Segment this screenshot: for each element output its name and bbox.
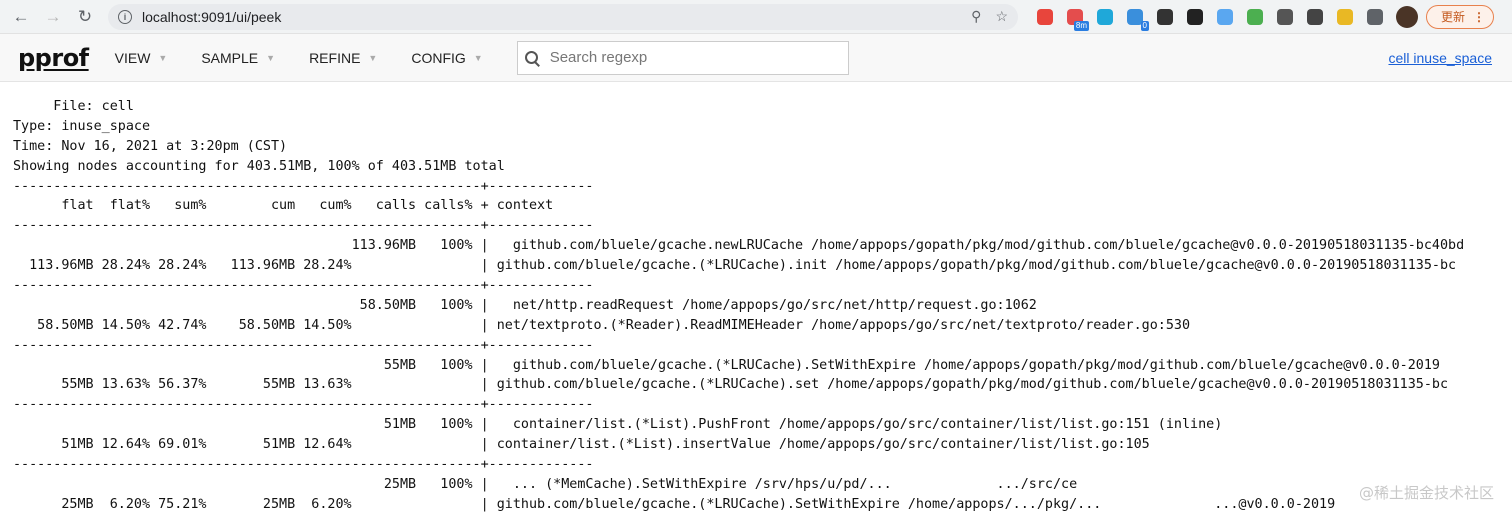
menu-sample-label: SAMPLE [201, 49, 259, 66]
back-icon[interactable]: ← [8, 4, 34, 30]
report-line: 55MB 13.63% 56.37% 55MB 13.63% | github.… [13, 377, 1449, 393]
bookmark-star-icon[interactable]: ☆ [995, 8, 1008, 25]
address-bar[interactable]: i localhost:9091/ui/peek ⚲ ☆ [108, 3, 1018, 30]
caret-down-icon: ▼ [368, 52, 378, 63]
menu-sample[interactable]: SAMPLE ▼ [201, 50, 275, 66]
play-icon[interactable] [1307, 8, 1323, 25]
reload-icon[interactable]: ↻ [72, 4, 98, 30]
pprof-header: pprof VIEW ▼ SAMPLE ▼ REFINE ▼ CONFIG ▼ … [0, 34, 1512, 82]
update-button[interactable]: 更新 ⋮ [1426, 4, 1495, 29]
compass-icon[interactable] [1217, 8, 1233, 25]
report-line: ----------------------------------------… [13, 278, 594, 294]
report-line: 58.50MB 14.50% 42.74% 58.50MB 14.50% | n… [13, 317, 1191, 333]
extension-badge-icon[interactable]: 0 [1127, 8, 1149, 31]
report-line: ----------------------------------------… [13, 218, 594, 234]
report-line: ----------------------------------------… [13, 397, 594, 413]
report-line: ----------------------------------------… [13, 337, 594, 353]
peek-report: File: cell Type: inuse_space Time: Nov 16,… [0, 82, 1512, 515]
search-input[interactable] [547, 48, 842, 67]
pprof-logo[interactable]: pprof [18, 44, 89, 72]
more-menu-icon: ⋮ [1473, 9, 1486, 24]
profile-title-link[interactable]: cell inuse_space [1388, 50, 1492, 66]
info-icon[interactable]: i [118, 9, 132, 24]
report-line: flat flat% sum% cum cum% calls calls% + … [13, 198, 554, 214]
report-line: 25MB 100% | ... (*MemCache).SetWithExpir… [13, 476, 1078, 492]
update-label: 更新 [1441, 10, 1466, 24]
menu-view-label: VIEW [114, 49, 151, 66]
time-tracker-icon[interactable]: 8m [1067, 8, 1089, 31]
extensions-area: 8m 0 [1030, 8, 1390, 31]
report-line: 51MB 100% | container/list.(*List).PushF… [13, 417, 1223, 433]
house-icon[interactable] [1247, 8, 1263, 25]
profile-avatar[interactable] [1396, 5, 1418, 28]
caret-down-icon: ▼ [158, 52, 168, 63]
report-line: Time: Nov 16, 2021 at 3:20pm (CST) [13, 138, 288, 154]
forward-icon[interactable]: → [40, 4, 66, 30]
chrome-color-icon[interactable] [1037, 8, 1053, 25]
report-line: Showing nodes accounting for 403.51MB, 1… [13, 158, 505, 174]
report-line: 58.50MB 100% | net/http.readRequest /hom… [13, 297, 1037, 313]
menu-config-label: CONFIG [411, 49, 466, 66]
report-line: ----------------------------------------… [13, 457, 594, 473]
menu-refine-label: REFINE [309, 49, 361, 66]
url-text[interactable]: localhost:9091/ui/peek [142, 9, 957, 25]
caret-down-icon: ▼ [266, 52, 276, 63]
github-icon[interactable] [1187, 8, 1203, 25]
duck-icon[interactable] [1337, 8, 1353, 25]
watermark-text: @稀土掘金技术社区 [1358, 484, 1494, 502]
search-icon [524, 50, 540, 67]
qr-code-icon[interactable] [1277, 8, 1293, 25]
report-line: 113.96MB 100% | github.com/bluele/gcache… [13, 238, 1465, 254]
report-line: 113.96MB 28.24% 28.24% 113.96MB 28.24% |… [13, 258, 1457, 274]
filter-icon[interactable] [1097, 8, 1113, 25]
search-box[interactable] [516, 40, 849, 75]
menu-refine[interactable]: REFINE ▼ [309, 50, 377, 66]
timer-icon[interactable] [1157, 8, 1173, 25]
report-line: Type: inuse_space [13, 118, 151, 134]
extension-badge: 0 [1140, 20, 1149, 31]
report-line: 55MB 100% | github.com/bluele/gcache.(*L… [13, 357, 1440, 373]
menu-config[interactable]: CONFIG ▼ [411, 50, 482, 66]
zoom-icon[interactable]: ⚲ [971, 8, 981, 25]
report-line: 25MB 6.20% 75.21% 25MB 6.20% | github.co… [13, 496, 1336, 512]
extension-badge: 8m [1073, 20, 1089, 31]
report-line: 51MB 12.64% 69.01% 51MB 12.64% | contain… [13, 437, 1150, 453]
puzzle-icon[interactable] [1367, 8, 1383, 25]
caret-down-icon: ▼ [473, 52, 483, 63]
browser-toolbar: ← → ↻ i localhost:9091/ui/peek ⚲ ☆ 8m 0 更… [0, 0, 1512, 34]
menu-view[interactable]: VIEW ▼ [115, 50, 168, 66]
report-line: ----------------------------------------… [13, 178, 594, 194]
report-line: File: cell [13, 99, 134, 114]
